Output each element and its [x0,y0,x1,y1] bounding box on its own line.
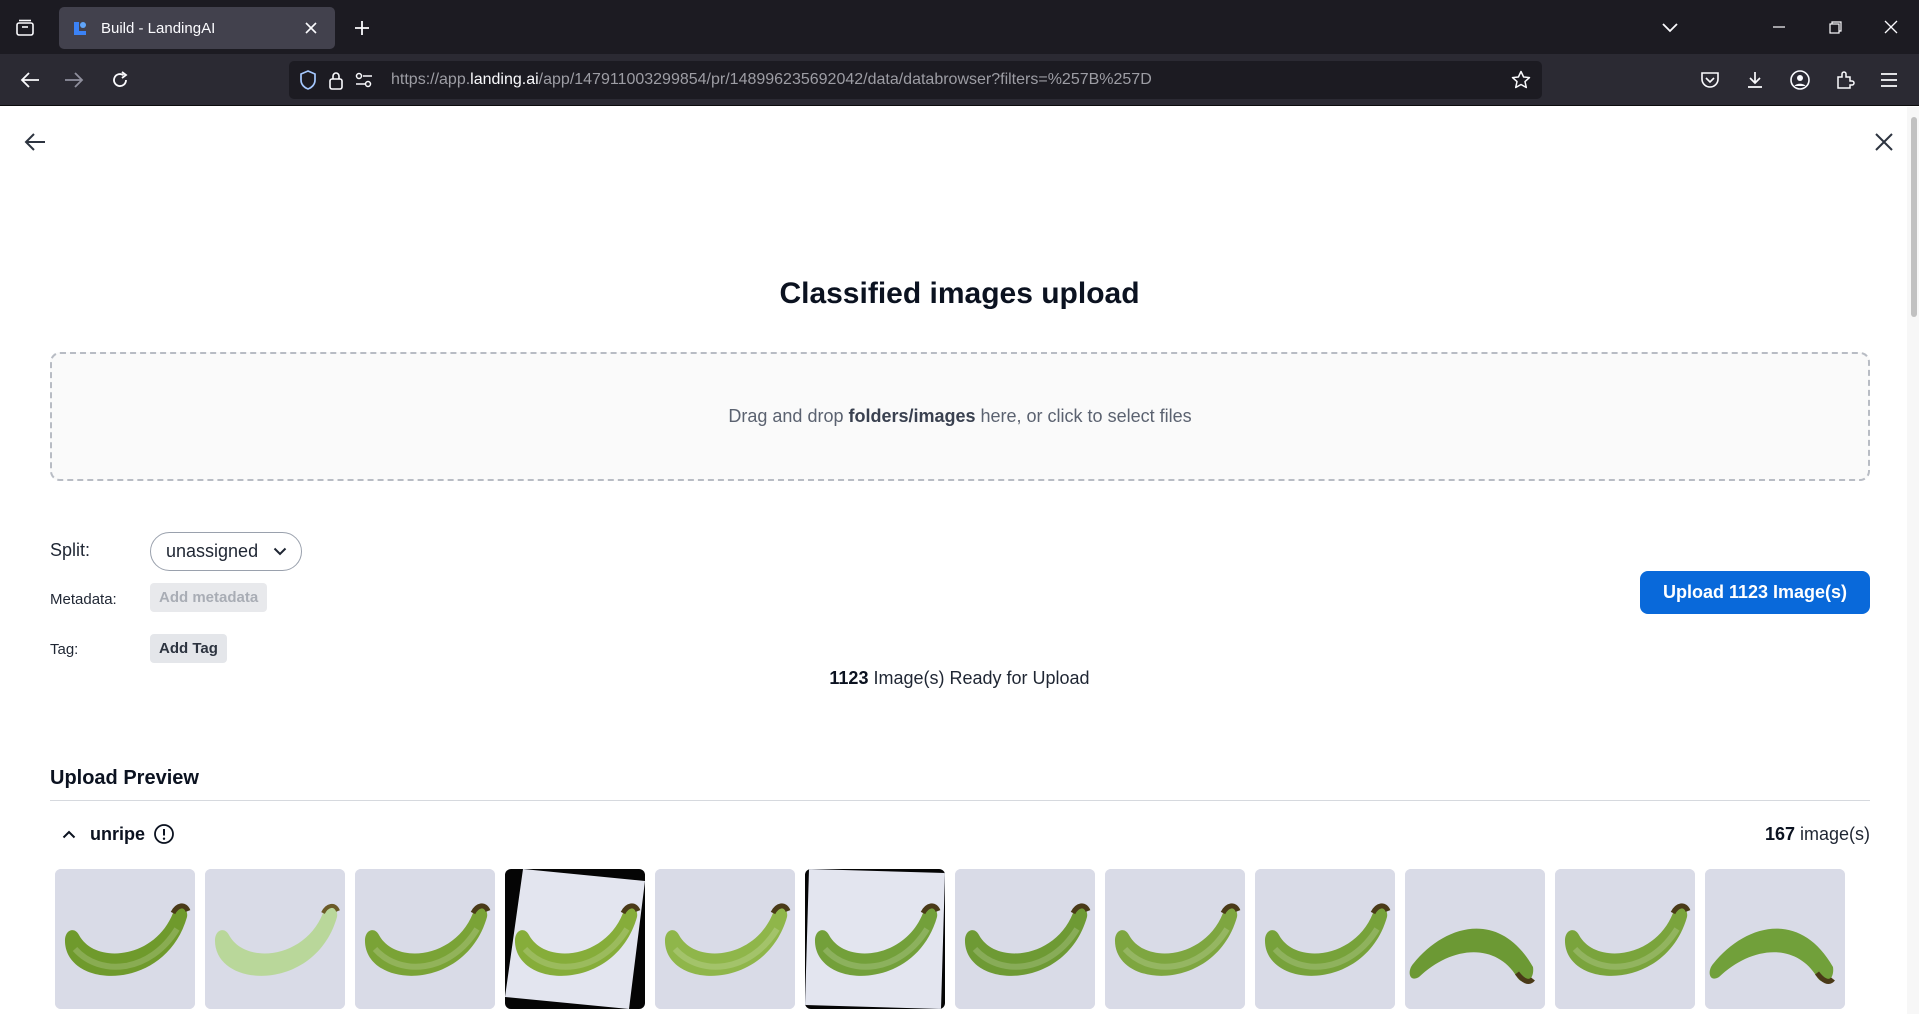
account-icon[interactable] [1783,63,1817,97]
image-thumbnail[interactable] [1105,869,1245,1009]
class-name: unripe [90,823,146,844]
dropzone-text-bold: folders/images [848,406,976,426]
minimize-icon[interactable] [1751,0,1807,54]
page-scrollbar[interactable] [1907,107,1919,1014]
upload-images-button[interactable]: Upload 1123 Image(s) [1640,571,1870,614]
metadata-label: Metadata: [50,591,117,608]
chevron-down-icon [273,547,287,556]
split-label: Split: [50,540,91,560]
url-prefix: https://app. [391,71,471,88]
warning-info-icon[interactable] [152,822,176,846]
site-permissions-icon[interactable] [351,67,377,93]
tab-list-icon[interactable] [10,13,40,43]
page-title: Classified images upload [779,277,1140,310]
ready-count: 1123 [829,668,869,688]
image-thumbnail[interactable] [1705,869,1845,1009]
url-host: landing.ai [470,71,539,88]
image-thumbnail[interactable] [1405,869,1545,1009]
split-value: unassigned [166,541,259,561]
image-thumbnail[interactable] [205,869,345,1009]
list-all-tabs-icon[interactable] [1655,13,1685,43]
image-thumbnail[interactable] [955,869,1095,1009]
url-text[interactable]: https://app.landing.ai/app/1479110032998… [391,71,1152,89]
downloads-icon[interactable] [1738,63,1772,97]
upload-preview-title: Upload Preview [50,767,199,789]
scrollbar-thumb[interactable] [1911,117,1917,317]
bookmark-star-icon[interactable] [1508,67,1534,93]
extensions-icon[interactable] [1828,63,1862,97]
dropzone-text-after: here, or click to select files [975,406,1192,426]
dropzone-text: Drag and drop folders/images here, or cl… [728,406,1191,427]
address-bar[interactable]: https://app.landing.ai/app/1479110032998… [289,61,1542,99]
image-thumbnail[interactable] [805,869,945,1009]
back-arrow-icon[interactable] [20,127,50,157]
reload-icon[interactable] [103,63,137,97]
image-thumbnail[interactable] [355,869,495,1009]
thumbnail-strip [55,869,1845,1009]
pocket-icon[interactable] [1693,63,1727,97]
tracking-shield-icon[interactable] [295,67,321,93]
browser-tab-active[interactable]: Build - LandingAI [59,7,335,49]
app-menu-icon[interactable] [1872,63,1906,97]
class-group-header: unripe 167 image(s) [50,819,1870,849]
window-close-icon[interactable] [1863,0,1919,54]
close-icon[interactable] [1869,127,1899,157]
dropzone-text-before: Drag and drop [728,406,849,426]
file-dropzone[interactable]: Drag and drop folders/images here, or cl… [50,352,1870,481]
class-image-count: 167 image(s) [1765,824,1870,845]
preview-divider [50,800,1870,801]
image-thumbnail[interactable] [505,869,645,1009]
forward-icon[interactable] [57,63,91,97]
landingai-favicon-icon [74,22,86,35]
back-icon[interactable] [13,63,47,97]
browser-tab-bar: Build - LandingAI [0,0,1919,54]
lock-icon[interactable] [323,67,349,93]
collapse-chevron-icon[interactable] [56,821,82,847]
new-tab-icon[interactable] [347,13,377,43]
image-thumbnail[interactable] [655,869,795,1009]
ready-status: 1123 Image(s) Ready for Upload [0,668,1919,689]
upload-page: Classified images upload Drag and drop f… [0,107,1919,1014]
restore-icon[interactable] [1807,0,1863,54]
add-metadata-button[interactable]: Add metadata [150,583,268,612]
ready-text: Image(s) Ready for Upload [868,668,1090,688]
image-thumbnail[interactable] [1555,869,1695,1009]
tab-close-icon[interactable] [299,16,323,40]
window-controls [1751,0,1919,54]
add-tag-button[interactable]: Add Tag [150,634,227,663]
split-dropdown[interactable]: unassigned [150,532,302,571]
tab-title: Build - LandingAI [101,19,216,37]
image-thumbnail[interactable] [55,869,195,1009]
tag-label: Tag: [50,641,79,658]
browser-nav-bar: https://app.landing.ai/app/1479110032998… [0,54,1919,106]
url-path: /app/147911003299854/pr/148996235692042/… [538,71,1152,88]
image-thumbnail[interactable] [1255,869,1395,1009]
class-count-number: 167 [1764,823,1795,844]
class-count-suffix: image(s) [1794,823,1870,844]
